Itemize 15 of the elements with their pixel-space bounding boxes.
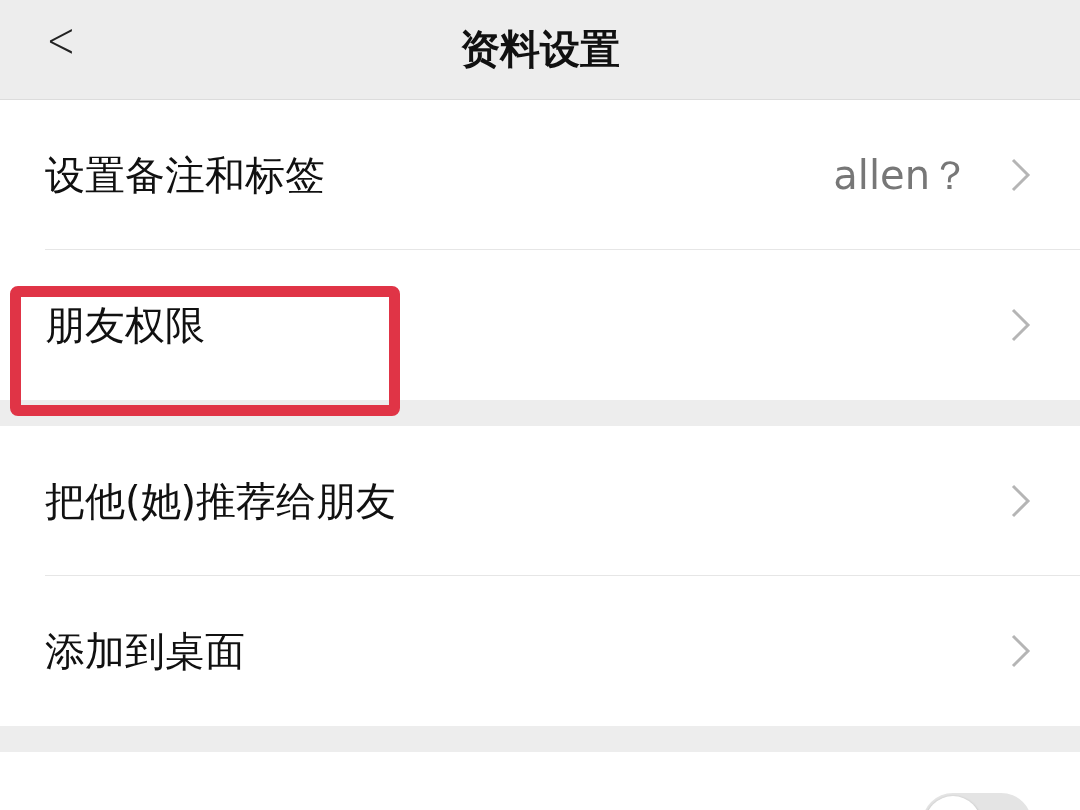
- chevron-icon: [1010, 157, 1032, 193]
- row-label: 添加到桌面: [45, 626, 245, 676]
- settings-row[interactable]: 朋友权限: [0, 250, 1080, 400]
- row-label: 把他(她)推荐给朋友: [45, 476, 397, 526]
- row-label: 设置备注和标签: [45, 150, 325, 200]
- row-label: 朋友权限: [45, 300, 205, 350]
- chevron-icon: [1010, 307, 1032, 343]
- settings-row[interactable]: 设置备注和标签 allen？: [0, 100, 1080, 250]
- chevron-icon: [1010, 483, 1032, 519]
- settings-row[interactable]: 把他(她)推荐给朋友: [0, 426, 1080, 576]
- chevron-icon: [1010, 633, 1032, 669]
- settings-row[interactable]: 添加到桌面: [0, 576, 1080, 726]
- back-button[interactable]: <: [39, 10, 83, 70]
- page-title: 资料设置: [460, 25, 620, 74]
- row-value: allen？: [833, 150, 970, 200]
